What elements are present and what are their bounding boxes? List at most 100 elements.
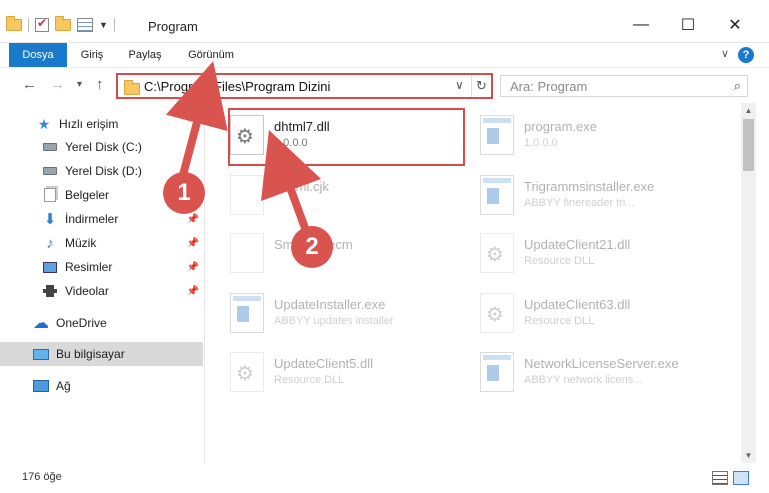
details-view-icon[interactable] <box>712 471 728 485</box>
download-icon: ⬇ <box>43 211 57 228</box>
network-icon <box>33 379 49 393</box>
minimize-button[interactable]: — <box>626 14 656 36</box>
vertical-scrollbar[interactable]: ▲ ▼ <box>741 103 756 463</box>
tab-share[interactable]: Paylaş <box>121 43 169 67</box>
sidebar-item-this-pc[interactable]: Bu bilgisayar <box>0 342 203 366</box>
sidebar-item-disk-c[interactable]: Yerel Disk (C:) <box>0 135 203 159</box>
address-path[interactable]: C:\Program Files\Program Dizini <box>144 79 330 94</box>
quick-access-toolbar: ▼ <box>6 16 115 32</box>
sidebar-item-label: İndirmeler <box>65 212 119 226</box>
sidebar-item-label: Hızlı erişim <box>59 117 119 131</box>
scroll-down-icon[interactable]: ▼ <box>741 451 756 460</box>
file-icon <box>230 233 264 273</box>
pin-icon[interactable]: 📌 <box>187 286 199 297</box>
search-icon[interactable]: ⌕ <box>734 78 741 94</box>
file-item[interactable]: program.exe 1.0.0.0 <box>460 109 700 157</box>
tab-view[interactable]: Görünüm <box>180 43 242 67</box>
file-icon <box>230 175 264 215</box>
file-description: ABBYY updates installer <box>274 315 394 327</box>
file-name: UpdateClient21.dll <box>524 237 631 252</box>
address-bar[interactable]: C:\Program Files\Program Dizini ∨ ↻ <box>116 73 493 99</box>
chevron-down-icon[interactable]: ∨ <box>455 78 464 92</box>
toolbar-dropdown-icon[interactable]: ▼ <box>99 20 108 30</box>
file-highlight-box <box>228 108 465 166</box>
scroll-up-icon[interactable]: ▲ <box>741 106 756 115</box>
window-title: Program <box>148 19 198 34</box>
drive-icon <box>42 140 58 154</box>
exe-file-icon <box>230 293 264 333</box>
file-item[interactable]: UpdateClient63.dll Resource DLL <box>460 287 700 335</box>
sidebar-item-label: Bu bilgisayar <box>56 347 125 361</box>
sidebar-item-label: Yerel Disk (C:) <box>65 140 142 154</box>
file-item[interactable]: UpdateInstaller.exe ABBYY updates instal… <box>210 287 450 335</box>
search-placeholder[interactable]: Ara: Program <box>510 79 587 94</box>
refresh-button[interactable]: ↻ <box>471 75 491 97</box>
recent-locations-button[interactable]: ▾ <box>77 79 82 90</box>
videos-icon <box>42 284 58 298</box>
drive-icon <box>42 164 58 178</box>
star-icon: ★ <box>37 115 51 132</box>
file-name: UpdateClient63.dll <box>524 297 631 312</box>
sidebar-item-music[interactable]: ♪ Müzik 📌 <box>0 231 203 255</box>
dll-file-icon <box>230 352 264 392</box>
exe-file-icon <box>480 175 514 215</box>
file-name: UpdateInstaller.exe <box>274 297 386 312</box>
toolbar-divider <box>113 18 115 32</box>
item-count: 176 öğe <box>22 471 62 483</box>
folder-icon <box>124 80 140 95</box>
exe-file-icon <box>480 352 514 392</box>
close-button[interactable]: ✕ <box>720 14 750 36</box>
folder-icon <box>6 16 22 31</box>
tiles-view-icon[interactable] <box>733 471 749 485</box>
file-item[interactable]: UpdateClient5.dll Resource DLL <box>210 346 450 394</box>
tab-home[interactable]: Giriş <box>72 43 112 67</box>
sidebar-item-label: Resimler <box>65 260 113 274</box>
forward-button[interactable]: → <box>50 76 65 93</box>
properties-check-icon[interactable] <box>35 16 49 32</box>
music-icon: ♪ <box>46 234 54 252</box>
sidebar-item-quick-access[interactable]: ★ Hızlı erişim <box>0 112 203 136</box>
expand-ribbon-icon[interactable]: ∨ <box>721 47 729 60</box>
toolbar-divider <box>28 18 29 32</box>
file-item[interactable]: ...html.cjk <box>210 169 450 217</box>
dll-file-icon <box>480 233 514 273</box>
customize-toolbar-icon[interactable] <box>77 18 93 32</box>
navigation-bar: ← → ▾ ↑ C:\Program Files\Program Dizini … <box>0 67 769 103</box>
pin-icon[interactable]: 📌 <box>187 214 199 225</box>
dll-file-icon <box>480 293 514 333</box>
file-item[interactable]: NetworkLicenseServer.exe ABBYY network l… <box>460 346 700 394</box>
sidebar-item-label: Belgeler <box>65 188 110 202</box>
sidebar-item-network[interactable]: Ağ <box>0 374 203 398</box>
sidebar-item-onedrive[interactable]: ☁ OneDrive <box>0 311 203 335</box>
exe-file-icon <box>480 115 514 155</box>
status-bar: 176 öğe <box>0 463 769 493</box>
file-name: Trigrammsinstaller.exe <box>524 179 655 194</box>
new-folder-icon[interactable] <box>55 16 71 31</box>
step-badge-1: 1 <box>163 172 205 214</box>
scroll-thumb[interactable] <box>743 119 754 171</box>
file-version: 1.0.0.0 <box>524 137 558 149</box>
help-icon[interactable]: ? <box>738 47 754 63</box>
back-button[interactable]: ← <box>22 76 37 93</box>
sidebar-item-label: Videolar <box>65 284 109 298</box>
step-badge-2: 2 <box>291 226 333 268</box>
sidebar-item-label: OneDrive <box>56 316 107 330</box>
file-name: NetworkLicenseServer.exe <box>524 356 679 371</box>
navigation-pane: ★ Hızlı erişim Yerel Disk (C:) Yerel Dis… <box>0 103 205 463</box>
maximize-button[interactable]: ☐ <box>673 14 703 36</box>
pin-icon[interactable]: 📌 <box>187 262 199 273</box>
sidebar-item-label: Ağ <box>56 379 71 393</box>
file-item[interactable]: UpdateClient21.dll Resource DLL <box>460 227 700 275</box>
sidebar-item-videos[interactable]: Videolar 📌 <box>0 279 203 303</box>
file-name: UpdateClient5.dll <box>274 356 374 371</box>
cloud-icon: ☁ <box>33 315 49 332</box>
pictures-icon <box>42 260 58 274</box>
up-button[interactable]: ↑ <box>96 76 104 93</box>
pin-icon[interactable]: 📌 <box>187 238 199 249</box>
file-item[interactable]: Trigrammsinstaller.exe ABBYY finereader … <box>460 169 700 217</box>
file-description: Resource DLL <box>274 374 345 386</box>
sidebar-item-pictures[interactable]: Resimler 📌 <box>0 255 203 279</box>
file-description: ABBYY network licens... <box>524 374 643 386</box>
search-box[interactable]: Ara: Program ⌕ <box>500 75 748 97</box>
documents-icon <box>42 188 58 202</box>
